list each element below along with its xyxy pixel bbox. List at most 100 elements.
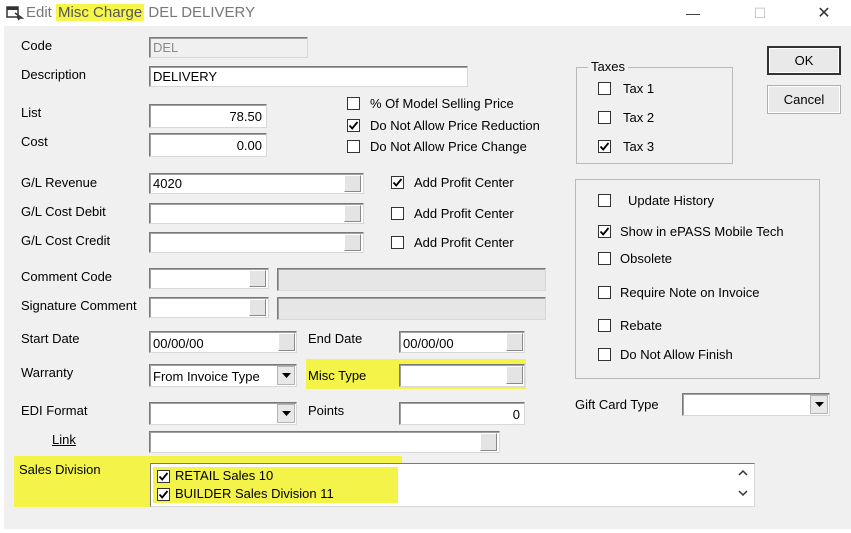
chevron-down-icon	[281, 411, 291, 416]
no-price-change-label: Do Not Allow Price Change	[370, 139, 527, 154]
warranty-select[interactable]: From Invoice Type	[149, 364, 297, 387]
link-lookup-button[interactable]	[480, 433, 497, 451]
edi-format-select[interactable]	[149, 402, 297, 425]
start-date-picker-button[interactable]	[278, 333, 295, 351]
warranty-label: Warranty	[21, 365, 74, 380]
no-finish-checkbox[interactable]	[598, 348, 611, 361]
sales-division-item-checkbox[interactable]	[157, 488, 170, 501]
tax-3-checkbox[interactable]	[598, 140, 611, 153]
gift-card-type-label: Gift Card Type	[575, 397, 659, 412]
tax-1-label: Tax 1	[623, 81, 655, 96]
cancel-button[interactable]: Cancel	[767, 85, 841, 114]
no-price-reduction-checkbox[interactable]	[347, 119, 360, 132]
rebate-label: Rebate	[620, 318, 662, 333]
gift-card-type-dropdown-button[interactable]	[810, 395, 828, 414]
list-label: List	[21, 105, 42, 120]
show-mobile-checkbox[interactable]	[598, 225, 611, 238]
gl-revenue-input[interactable]: 4020	[149, 173, 364, 194]
start-date-label: Start Date	[21, 331, 80, 346]
update-history-checkbox[interactable]	[598, 194, 611, 207]
tax-2-label: Tax 2	[623, 110, 655, 125]
end-date-label: End Date	[308, 331, 363, 346]
require-note-label: Require Note on Invoice	[620, 285, 760, 300]
checkmark-icon	[599, 142, 610, 151]
comment-code-label: Comment Code	[21, 269, 113, 284]
signature-comment-label: Signature Comment	[21, 298, 137, 313]
pct-model-price-label: % Of Model Selling Price	[370, 96, 514, 111]
scroll-down-icon[interactable]	[738, 490, 748, 497]
points-input[interactable]: 0	[399, 402, 525, 425]
comment-code-description	[277, 268, 546, 291]
checkmark-icon	[158, 472, 169, 481]
edi-format-dropdown-button[interactable]	[277, 404, 295, 423]
no-price-change-checkbox[interactable]	[347, 140, 360, 153]
misc-type-label: Misc Type	[308, 368, 367, 383]
code-label: Code	[21, 38, 53, 53]
sales-division-label: Sales Division	[19, 462, 101, 477]
gl-revenue-lookup-button[interactable]	[344, 175, 361, 192]
dialog-client: Code DEL Description DELIVERY List 78.50…	[4, 26, 851, 529]
gl-revenue-profit-label: Add Profit Center	[414, 175, 514, 190]
cost-label: Cost	[21, 134, 48, 149]
close-button[interactable]: ✕	[801, 0, 847, 26]
gl-cost-credit-label: G/L Cost Credit	[21, 233, 111, 248]
gl-cost-credit-lookup-button[interactable]	[344, 234, 361, 251]
checkmark-icon	[392, 178, 403, 187]
tax-2-checkbox[interactable]	[598, 111, 611, 124]
sales-division-item-label: BUILDER Sales Division 11	[175, 486, 334, 501]
ok-button[interactable]: OK	[767, 46, 841, 75]
title-highlight: Misc Charge	[56, 4, 145, 21]
maximize-button[interactable]: ☐	[737, 0, 783, 26]
no-finish-label: Do Not Allow Finish	[620, 347, 733, 362]
show-mobile-label: Show in ePASS Mobile Tech	[620, 224, 784, 239]
chevron-down-icon	[814, 402, 824, 407]
app-icon	[6, 6, 24, 21]
gl-cost-debit-profit-label: Add Profit Center	[414, 206, 514, 221]
obsolete-label: Obsolete	[620, 251, 673, 266]
minimize-button[interactable]: —	[670, 0, 716, 26]
update-history-label: Update History	[628, 193, 714, 208]
gl-cost-credit-profit-label: Add Profit Center	[414, 235, 514, 250]
obsolete-checkbox[interactable]	[598, 252, 611, 265]
code-input[interactable]: DEL	[149, 37, 308, 58]
require-note-checkbox[interactable]	[598, 286, 611, 299]
gl-cost-debit-lookup-button[interactable]	[344, 205, 361, 222]
list-input[interactable]: 78.50	[149, 104, 267, 128]
gift-card-type-select[interactable]	[682, 393, 830, 416]
start-date-input[interactable]: 00/00/00	[149, 331, 297, 353]
misc-type-lookup-button[interactable]	[506, 366, 523, 384]
gl-cost-credit-profit-checkbox[interactable]	[391, 236, 404, 249]
scroll-up-icon[interactable]	[738, 469, 748, 476]
description-input[interactable]: DELIVERY	[149, 66, 468, 87]
window-title: Edit Misc Charge DEL DELIVERY	[26, 4, 256, 21]
taxes-group-title: Taxes	[588, 59, 628, 74]
gl-cost-debit-profit-checkbox[interactable]	[391, 207, 404, 220]
gl-revenue-profit-checkbox[interactable]	[391, 176, 404, 189]
comment-code-lookup-button[interactable]	[249, 270, 266, 287]
sales-division-item-label: RETAIL Sales 10	[175, 468, 274, 483]
gl-cost-debit-label: G/L Cost Debit	[21, 204, 106, 219]
warranty-dropdown-button[interactable]	[277, 366, 295, 385]
rebate-checkbox[interactable]	[598, 319, 611, 332]
description-label: Description	[21, 67, 87, 82]
tax-1-checkbox[interactable]	[598, 82, 611, 95]
points-label: Points	[308, 403, 345, 418]
gl-cost-credit-input[interactable]	[149, 232, 364, 253]
link-input[interactable]	[149, 431, 500, 453]
gl-cost-debit-input[interactable]	[149, 203, 364, 224]
sales-division-list[interactable]: RETAIL Sales 10 BUILDER Sales Division 1…	[150, 463, 755, 507]
tax-3-label: Tax 3	[623, 139, 655, 154]
link-label[interactable]: Link	[52, 432, 76, 447]
signature-comment-lookup-button[interactable]	[249, 299, 266, 316]
checkmark-icon	[348, 121, 359, 130]
chevron-down-icon	[281, 373, 291, 378]
title-bar: Edit Misc Charge DEL DELIVERY — ☐ ✕	[0, 0, 851, 26]
no-price-reduction-label: Do Not Allow Price Reduction	[370, 118, 540, 133]
cost-input[interactable]: 0.00	[149, 133, 267, 157]
end-date-picker-button[interactable]	[506, 333, 523, 351]
checkmark-icon	[599, 227, 610, 236]
checkmark-icon	[158, 490, 169, 499]
pct-model-price-checkbox[interactable]	[347, 97, 360, 110]
sales-division-item-checkbox[interactable]	[157, 470, 170, 483]
edi-format-label: EDI Format	[21, 403, 88, 418]
